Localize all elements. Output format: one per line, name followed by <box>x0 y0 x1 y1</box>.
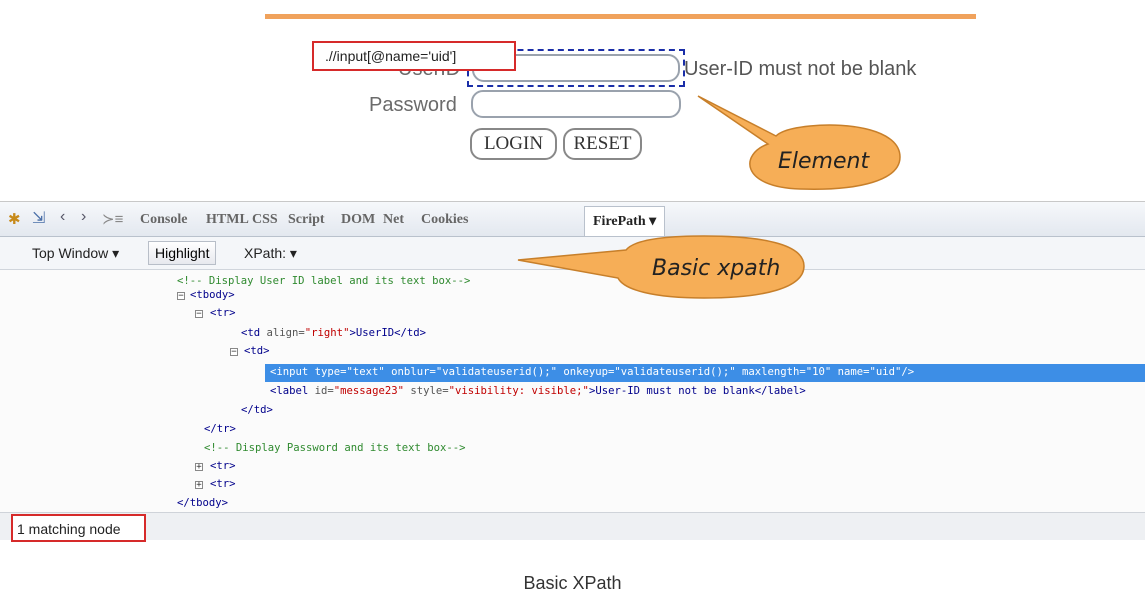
code-tr-close: </tr> <box>204 423 236 435</box>
header-divider <box>265 14 976 19</box>
devtools-tabbar: ✱ ⇲ ‹ › ≻≡ Console HTML CSS Script DOM N… <box>0 202 1145 237</box>
tab-html[interactable]: HTML <box>206 212 249 228</box>
highlight-button[interactable]: Highlight <box>148 241 217 265</box>
code-label-open: <label <box>270 385 315 397</box>
code-label-val2: "visibility: visible;" <box>448 385 589 397</box>
code-input-uid: <input type="text" onblur="validateuseri… <box>270 366 915 378</box>
code-label-text: >User-ID must not be blank</label> <box>588 385 806 397</box>
tab-firepath[interactable]: FirePath ▾ <box>584 206 666 236</box>
xpath-input[interactable]: .//input[@name='uid'] <box>312 41 516 71</box>
matching-node-count: 1 matching node <box>11 514 146 542</box>
login-button[interactable]: LOGIN <box>470 128 557 160</box>
forward-icon[interactable]: › <box>81 208 86 226</box>
collapse-td-icon[interactable]: − <box>230 348 238 357</box>
code-td-userid: <td align="right">UserID</td> <box>241 327 426 339</box>
collapse-tbody-icon[interactable]: − <box>177 292 185 301</box>
code-label-message: <label id="message23" style="visibility:… <box>270 385 806 397</box>
code-td-val: "right" <box>304 327 350 339</box>
code-tbody-close: </tbody> <box>177 497 229 509</box>
basic-xpath-callout-text: Basic xpath <box>652 256 780 281</box>
code-td-open-2: <td> <box>244 345 270 357</box>
code-tr-open: <tr> <box>210 307 236 319</box>
password-input[interactable] <box>471 90 681 118</box>
tab-css[interactable]: CSS <box>252 212 278 228</box>
password-label: Password <box>369 94 457 116</box>
code-comment-userid: <!-- Display User ID label and its text … <box>177 275 471 287</box>
inspect-icon[interactable]: ⇲ <box>32 208 45 228</box>
code-td-open: <td <box>241 327 267 339</box>
expand-tr-icon-2[interactable]: + <box>195 481 203 490</box>
reset-button[interactable]: RESET <box>563 128 642 160</box>
selected-node-highlight[interactable]: <input type="text" onblur="validateuseri… <box>265 364 1145 382</box>
back-icon[interactable]: ‹ <box>60 208 65 226</box>
code-comment-password: <!-- Display Password and its text box--… <box>204 442 466 454</box>
tab-net[interactable]: Net <box>383 212 404 228</box>
status-bar <box>0 512 1145 540</box>
figure-caption: Basic XPath <box>523 573 622 593</box>
element-callout: Element <box>697 95 901 190</box>
console-toggle-icon[interactable]: ≻≡ <box>102 210 123 228</box>
code-label-attr2: style= <box>403 385 449 397</box>
code-tr-collapsed-1: <tr> <box>210 460 236 472</box>
code-td-attr: align= <box>266 327 305 339</box>
firebug-icon[interactable]: ✱ <box>8 210 21 228</box>
code-tbody-open: <tbody> <box>190 289 235 301</box>
element-callout-text: Element <box>778 149 870 174</box>
tab-dom[interactable]: DOM <box>341 212 375 228</box>
top-window-dropdown[interactable]: Top Window ▾ <box>32 245 119 262</box>
tab-script[interactable]: Script <box>288 212 325 228</box>
tab-cookies[interactable]: Cookies <box>421 212 468 228</box>
code-td-text: >UserID</td> <box>349 327 426 339</box>
code-td-close: </td> <box>241 404 273 416</box>
userid-error-message: User-ID must not be blank <box>684 58 917 80</box>
xpath-dropdown[interactable]: XPath: ▾ <box>244 245 297 262</box>
code-label-val1: "message23" <box>333 385 404 397</box>
code-label-attr1: id= <box>314 385 334 397</box>
expand-tr-icon-1[interactable]: + <box>195 463 203 472</box>
code-tr-collapsed-2: <tr> <box>210 478 236 490</box>
collapse-tr-icon[interactable]: − <box>195 310 203 319</box>
tab-console[interactable]: Console <box>140 212 187 228</box>
basic-xpath-callout: Basic xpath <box>517 235 805 299</box>
